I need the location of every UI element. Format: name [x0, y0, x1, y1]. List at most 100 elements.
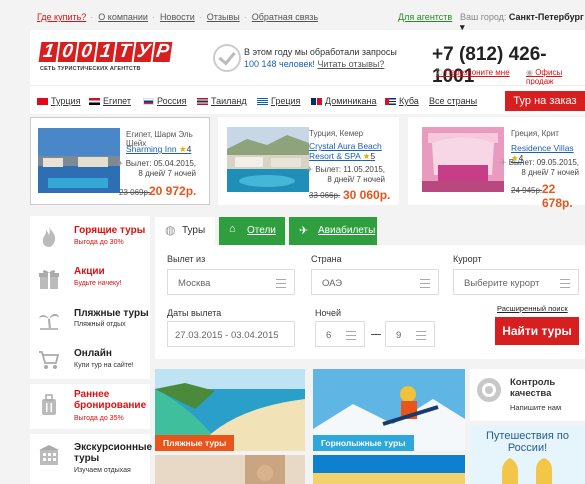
- list-icon: [276, 279, 286, 288]
- logo-char: 0: [57, 41, 78, 62]
- house-icon: ⌂: [229, 223, 236, 235]
- sidebar-item-sub: Изучаем отдыхая: [74, 467, 131, 474]
- top-links: Где купить? · О компании · Новости · Отзывы…: [37, 12, 327, 22]
- tab-hotels[interactable]: ⌂ Отели: [219, 217, 285, 245]
- country-label: Греция: [271, 96, 301, 106]
- find-tours-button[interactable]: Найти туры: [495, 317, 579, 345]
- read-reviews-link[interactable]: Читать отзывы?: [317, 59, 384, 69]
- dates-input[interactable]: 27.03.2015 - 03.04.2015: [167, 321, 295, 347]
- phone-icon: ✆: [436, 68, 445, 77]
- offer-card[interactable]: Египет, Шарм Эль Шейх Sharming Inn ★4 ✈ …: [30, 117, 210, 205]
- palm-icon: [39, 313, 59, 331]
- where-to-buy-link[interactable]: Где купить?: [37, 12, 86, 22]
- star-icon: ★: [178, 144, 187, 154]
- countries-nav: Турция Египет Россия Таиланд Греция Доми…: [30, 85, 585, 114]
- advanced-search-link[interactable]: Расширенный поиск: [497, 304, 568, 313]
- resort-label: Курорт: [453, 254, 482, 264]
- all-countries-link[interactable]: Все страны: [429, 96, 477, 106]
- country-turkey[interactable]: Турция: [37, 96, 80, 106]
- hot-offers: Египет, Шарм Эль Шейх Sharming Inn ★4 ✈ …: [30, 117, 585, 210]
- country-label: Доминикана: [325, 96, 377, 106]
- flag-cuba-icon: [385, 97, 396, 105]
- country-label: Египет: [103, 96, 132, 106]
- offer-departure: ✈ Вылет: 11.05.2015, 8 дней/ 7 ночей: [306, 165, 385, 185]
- nights-from-select[interactable]: 6: [315, 321, 365, 347]
- country-select[interactable]: ОАЭ: [311, 269, 439, 295]
- resort-placeholder: Выберите курорт: [464, 278, 540, 289]
- flag-thailand-icon: [197, 97, 208, 105]
- flag-turkey-icon: [37, 97, 48, 105]
- offer-stars: 4: [186, 144, 192, 154]
- list-icon: [560, 279, 570, 288]
- callback-link[interactable]: ✆ Перезвоните мне: [436, 68, 510, 77]
- offer-old-price: 33 066р.: [309, 191, 341, 200]
- offer-card[interactable]: Турция, Кемер Crystal Aura Beach Resort …: [218, 117, 399, 205]
- sidebar-item-excursions[interactable]: Экскурсионные туры Изучаем отдыхая: [30, 434, 152, 484]
- quality-title: Контроль качества: [510, 377, 556, 399]
- tile-bottom-right[interactable]: [313, 455, 465, 484]
- sidebar-item-promo[interactable]: Акции Будьте начеку!: [30, 261, 150, 299]
- church-domes-icon: [502, 458, 552, 484]
- sidebar-item-sub: Пляжный отдых: [74, 321, 126, 328]
- about-link[interactable]: О компании: [98, 12, 148, 22]
- logo-char: Т: [114, 41, 135, 62]
- requests-count-line: 100 148 человек! Читать отзывы?: [244, 59, 384, 69]
- feedback-link[interactable]: Обратная связь: [252, 12, 318, 22]
- separator: ·: [90, 12, 94, 22]
- tab-flights[interactable]: ✈ Авиабилеты: [289, 217, 377, 245]
- pin-icon: ◉: [526, 68, 536, 77]
- sidebar-item-title: Раннее бронирование: [74, 389, 147, 411]
- offer-hotel-name: Residence Villas: [511, 143, 574, 153]
- offer-stars: 5: [370, 151, 376, 161]
- sidebar-item-title: Акции: [74, 266, 105, 277]
- logo[interactable]: 1 0 0 1 Т У Р: [38, 41, 173, 62]
- sidebar-item-beach[interactable]: Пляжные туры Пляжный отдых: [30, 299, 150, 341]
- country-value: ОАЭ: [322, 278, 343, 289]
- tile-bottom-left[interactable]: [155, 455, 305, 484]
- offer-depart-date: Вылет: 11.05.2015,: [315, 165, 385, 174]
- tile-ski-tours[interactable]: Горнолыжные туры: [313, 369, 465, 451]
- top-bar: Где купить? · О компании · Новости · Отзывы…: [0, 0, 585, 32]
- tour-order-button[interactable]: Тур на заказ: [505, 91, 585, 111]
- flag-egypt-icon: [89, 97, 100, 105]
- trips-title: Путешествия по России!: [486, 430, 569, 454]
- country-cuba[interactable]: Куба: [385, 96, 419, 106]
- offer-hotel-link[interactable]: Crystal Aura Beach Resort & SPA ★5: [309, 141, 394, 161]
- country-egypt[interactable]: Египет: [89, 96, 131, 106]
- flag-greece-icon: [257, 97, 268, 105]
- sidebar-item-online[interactable]: Онлайн Купи тур на сайте!: [30, 341, 150, 379]
- plane-icon: ✈: [306, 165, 316, 174]
- offer-depart-date: Вылет: 05.04.2015,: [125, 159, 196, 168]
- sidebar-item-hot-tours[interactable]: Горящие туры Выгода до 30%: [30, 216, 150, 261]
- sidebar-item-sub: Выгода до 35%: [74, 415, 124, 422]
- russia-trips-banner[interactable]: Путешествия по России!: [470, 425, 585, 484]
- tile-beach-tours[interactable]: Пляжные туры: [155, 369, 305, 451]
- depart-select[interactable]: Москва: [167, 269, 295, 295]
- country-thailand[interactable]: Таиланд: [197, 96, 247, 106]
- agents-link[interactable]: Для агентств: [398, 12, 452, 22]
- hotel-photo: [227, 127, 309, 192]
- cart-icon: [39, 351, 60, 369]
- callback-label: Перезвоните мне: [444, 68, 510, 77]
- tab-label: Авиабилеты: [318, 225, 376, 236]
- tab-label: Отели: [247, 225, 276, 236]
- offer-hotel-link[interactable]: Sharming Inn ★4: [126, 144, 191, 154]
- quality-control-card[interactable]: Контроль качества Напишите нам: [470, 369, 585, 421]
- offices-link[interactable]: ◉ Офисы продаж: [526, 68, 585, 86]
- tab-label: Туры: [182, 225, 206, 236]
- news-link[interactable]: Новости: [160, 12, 195, 22]
- country-greece[interactable]: Греция: [257, 96, 300, 106]
- reviews-link[interactable]: Отзывы: [207, 12, 240, 22]
- country-russia[interactable]: Россия: [143, 96, 187, 106]
- resort-select[interactable]: Выберите курорт: [453, 269, 579, 295]
- sidebar-item-early-booking[interactable]: Раннее бронирование Выгода до 35%: [30, 384, 150, 429]
- tab-tours[interactable]: ◍ Туры: [155, 217, 215, 245]
- country-dominicana[interactable]: Доминикана: [311, 96, 377, 106]
- logo-char: 1: [95, 41, 116, 62]
- offer-card[interactable]: Греция, Крит Residence Villas ★4 ✈ Вылет…: [408, 117, 585, 210]
- plane-icon: ✈: [499, 158, 509, 167]
- nights-to-select[interactable]: 9: [385, 321, 435, 347]
- country-label: Куба: [399, 96, 419, 106]
- logo-char: 0: [76, 41, 97, 62]
- hotel-photo: [422, 127, 504, 192]
